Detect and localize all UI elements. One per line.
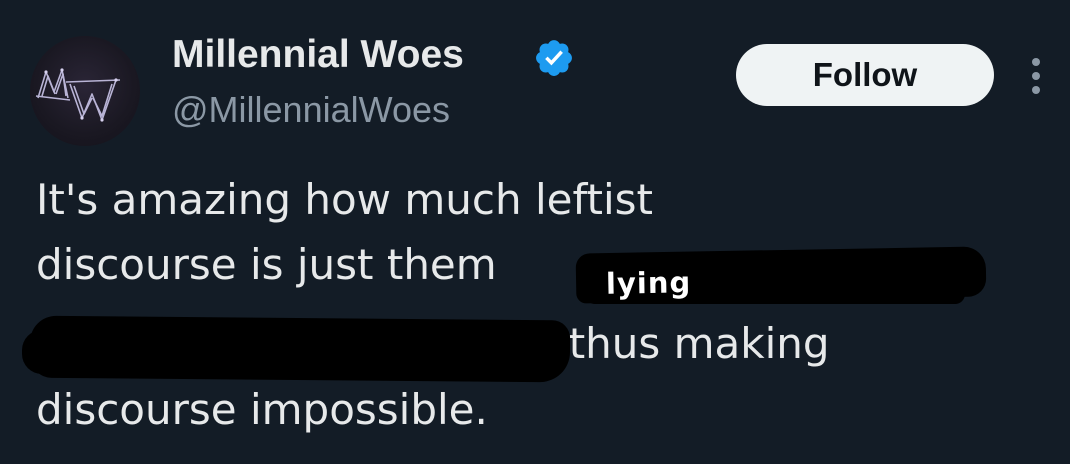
- author-handle[interactable]: @MillennialWoes: [172, 88, 450, 132]
- tweet-text-line-2: discourse is just them: [36, 240, 497, 289]
- tweet-text-line-4: discourse impossible.: [36, 385, 488, 434]
- tweet-card: Millennial Woes @MillennialWoes Follow I…: [0, 0, 1070, 464]
- tweet-text-line-3: , thus making: [542, 319, 830, 368]
- redaction-mark: [29, 315, 571, 383]
- avatar[interactable]: [30, 36, 140, 146]
- verified-badge-icon: [536, 40, 572, 76]
- more-vertical-icon[interactable]: [1022, 52, 1050, 100]
- mw-monogram-icon: [35, 68, 121, 122]
- redaction-mark: [22, 330, 82, 374]
- follow-button[interactable]: Follow: [736, 44, 994, 106]
- tweet-text-line-1: It's amazing how much leftist: [36, 175, 654, 224]
- handwritten-annotation: lying: [605, 265, 692, 301]
- display-name[interactable]: Millennial Woes: [172, 32, 464, 78]
